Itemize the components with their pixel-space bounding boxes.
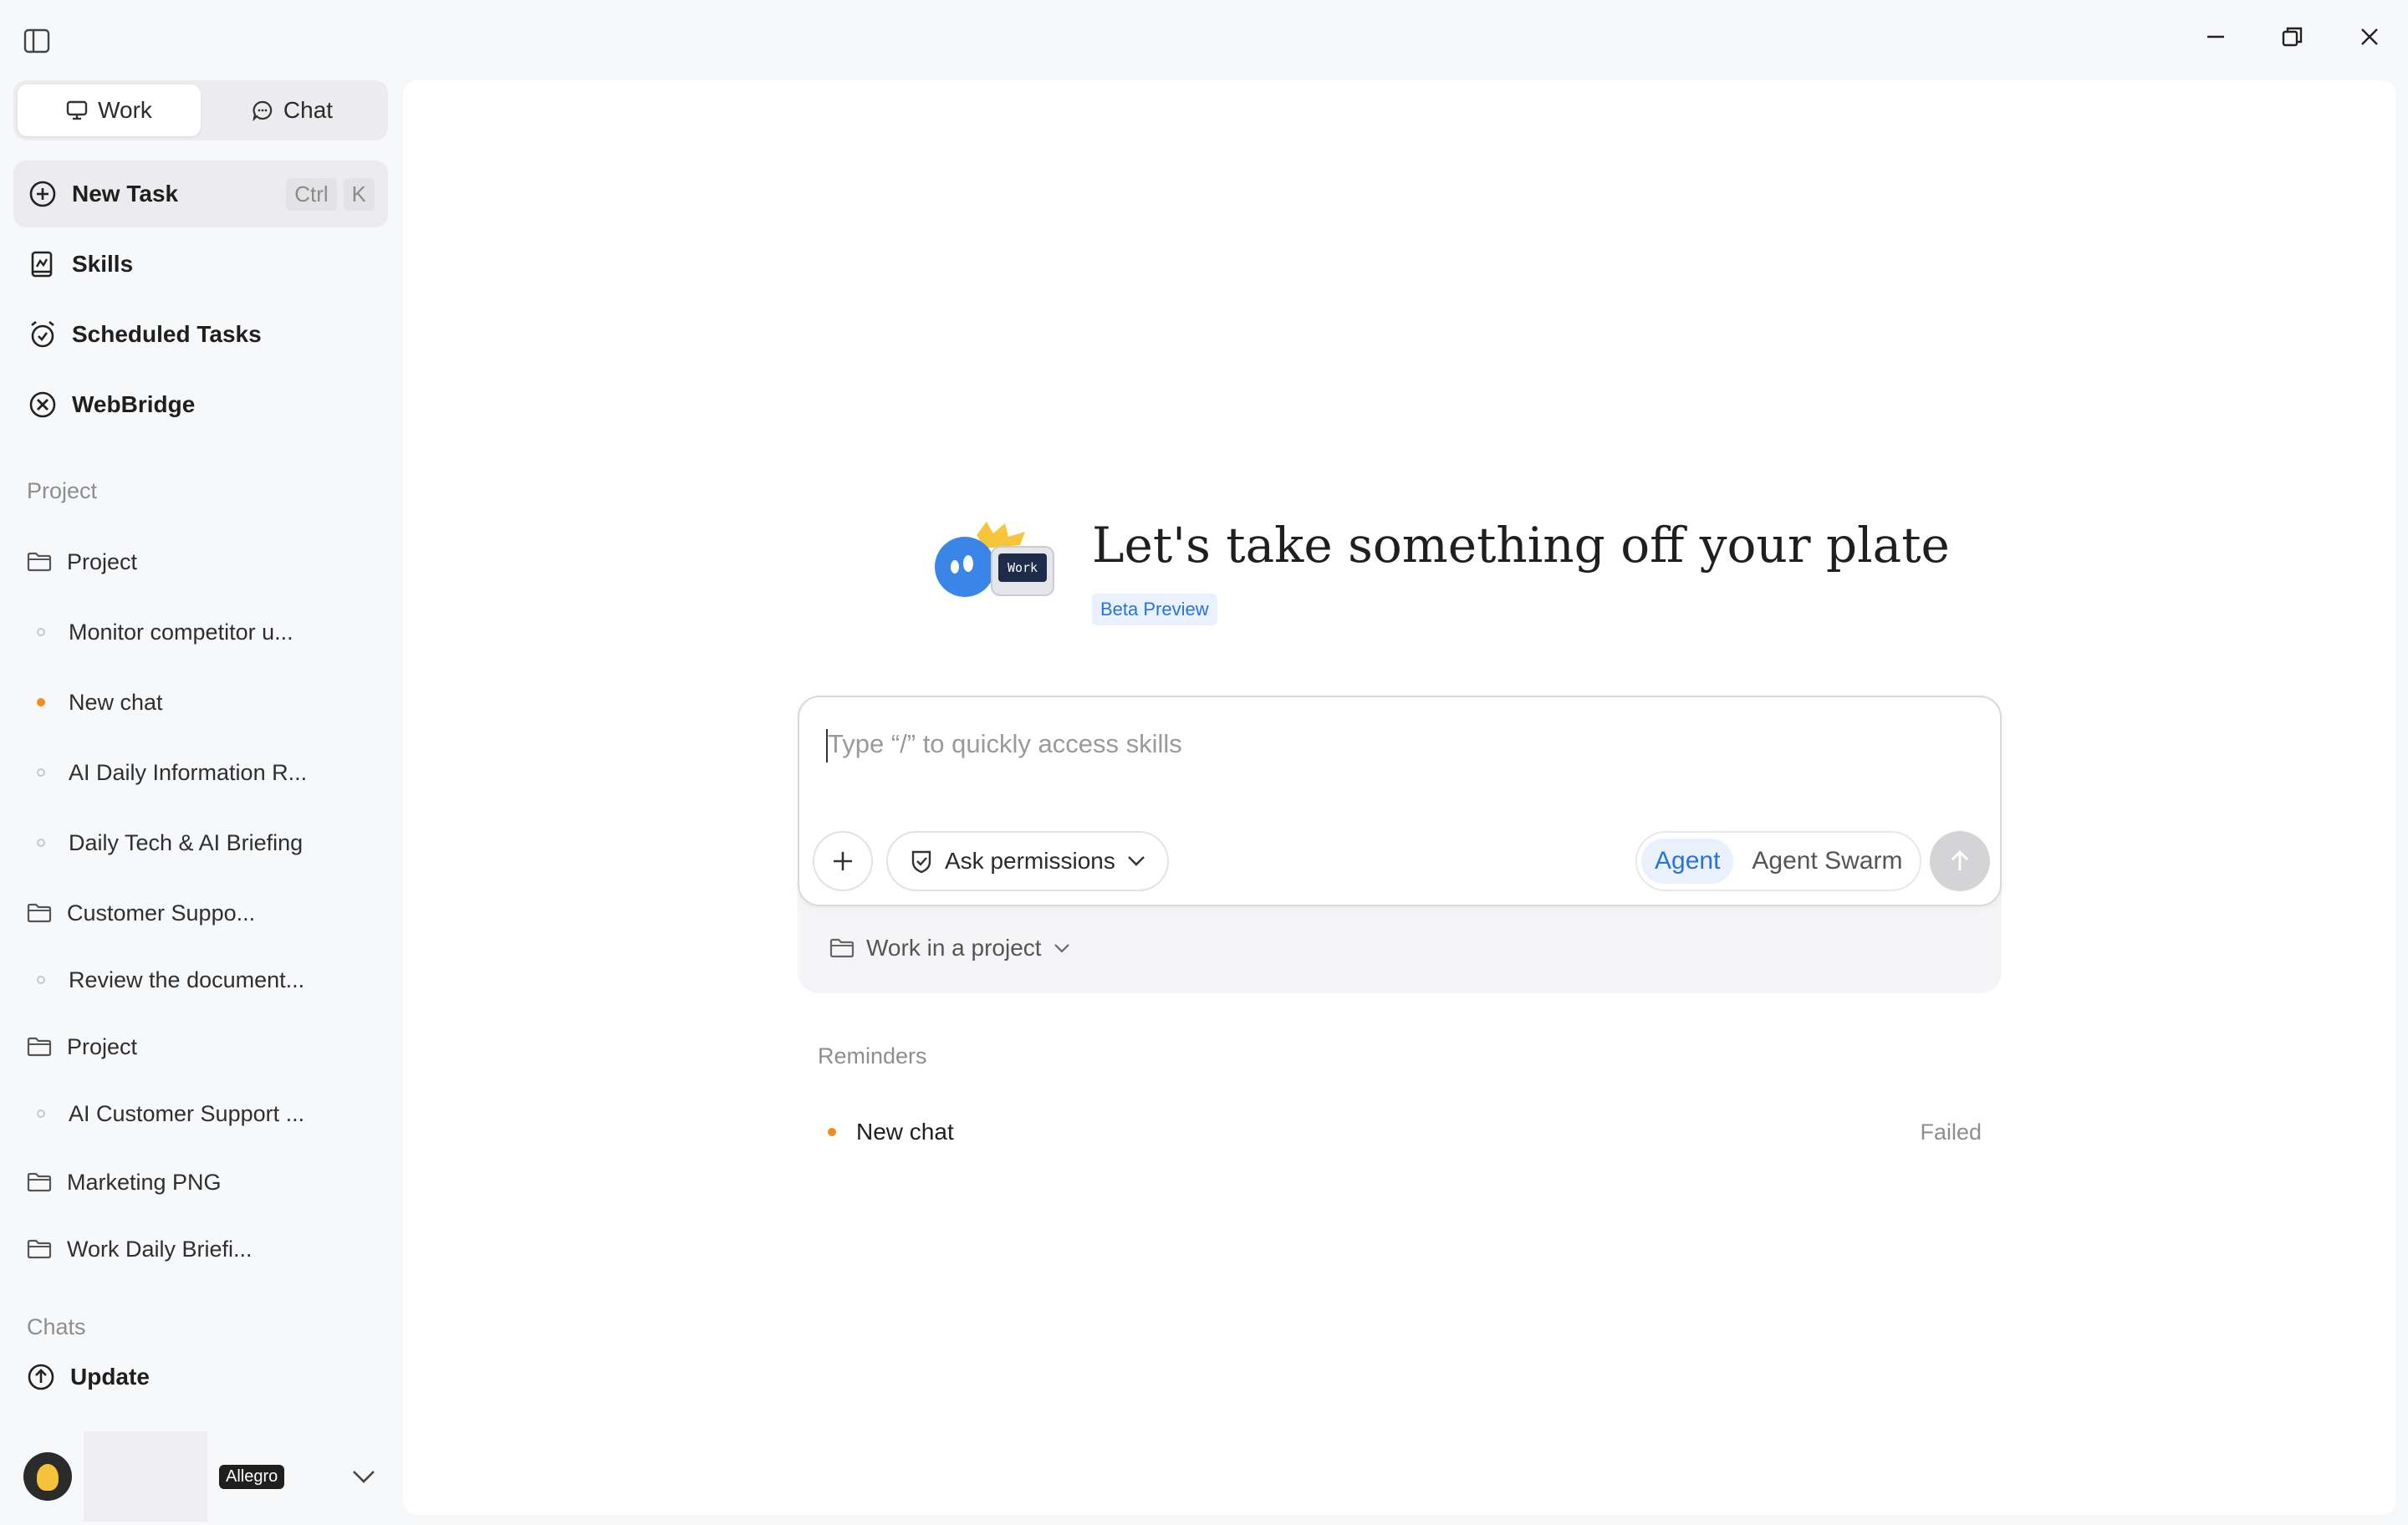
monitor-icon [66,100,88,120]
list-item[interactable]: AI Customer Support ... [33,1089,385,1139]
reminder-item[interactable]: New chat Failed [828,1119,1982,1145]
shortcut-ctrl: Ctrl [286,177,337,211]
chat-bubble-icon [253,100,273,121]
title-bar [0,0,2408,80]
plus-icon [834,852,852,870]
project-folder[interactable]: Marketing PNG [27,1157,378,1207]
page-title: Let's take something off your plate [1092,517,1950,574]
project-folder[interactable]: Project [27,1022,378,1072]
new-task-shortcut: Ctrl K [286,177,375,211]
folder-icon [27,1239,52,1259]
list-item[interactable]: Monitor competitor u... [33,607,385,657]
list-item[interactable]: Review the document... [33,955,385,1005]
shield-check-icon [911,850,931,874]
folder-label: Project [67,1033,138,1059]
beta-badge: Beta Preview [1092,594,1217,625]
status-dot [37,628,45,636]
chevron-down-icon[interactable] [351,1469,376,1484]
task-label: Daily Tech & AI Briefing [69,829,304,855]
status-dot [37,1109,45,1118]
status-dot [37,768,45,777]
webbridge-icon [29,391,56,418]
task-composer[interactable]: Type “/” to quickly access skills Ask pe… [798,696,2002,906]
list-item[interactable]: Daily Tech & AI Briefing [33,818,385,868]
shortcut-k: K [343,177,375,211]
folder-icon [27,1037,52,1057]
chats-section-label: Chats [27,1314,86,1339]
project-folder[interactable]: Project [27,537,378,587]
permissions-dropdown[interactable]: Ask permissions [886,831,1169,891]
folder-icon [829,938,855,958]
folder-label: Work Daily Briefi... [67,1236,253,1262]
plus-circle-icon [29,181,56,207]
sidebar-item-scheduled-tasks[interactable]: Scheduled Tasks [13,301,388,368]
permissions-label: Ask permissions [945,848,1115,874]
mascot-logo-icon: Work [935,522,1054,597]
sidebar-item-skills[interactable]: Skills [13,231,388,298]
project-folder[interactable]: Work Daily Briefi... [27,1224,378,1274]
update-label: Update [70,1364,150,1390]
scheduled-tasks-label: Scheduled Tasks [72,321,262,347]
mode-switch: Work Chat [13,80,388,140]
task-label: AI Daily Information R... [69,759,308,785]
reminder-status: Failed [1920,1119,1982,1145]
chevron-down-icon [1127,856,1145,866]
avatar [23,1452,72,1501]
folder-icon [27,903,52,923]
status-dot-active [37,698,45,706]
folder-label: Project [67,548,138,574]
project-section-label: Project [27,478,98,503]
send-button[interactable] [1930,831,1990,891]
restore-icon[interactable] [2268,12,2318,62]
task-label: Review the document... [69,967,305,992]
status-dot [37,839,45,847]
sidebar-toggle-icon[interactable] [23,28,57,59]
new-task-label: New Task [72,181,179,207]
project-folder[interactable]: Customer Suppo... [27,888,378,938]
account-menu[interactable]: Allegro [23,1431,383,1522]
sidebar: Work Chat New Task Ctrl K Skills Schedul… [0,80,401,1525]
folder-label: Marketing PNG [67,1169,222,1195]
new-task-button[interactable]: New Task Ctrl K [13,161,388,227]
primary-nav: New Task Ctrl K Skills Scheduled Tasks W… [13,161,388,441]
close-icon[interactable] [2344,12,2395,62]
tab-chat[interactable]: Chat [201,84,384,136]
tab-chat-label: Chat [283,97,334,123]
skills-label: Skills [72,251,134,277]
agent-mode-toggle: Agent Agent Swarm [1635,831,1922,891]
folder-icon [27,552,52,572]
project-picker[interactable]: Work in a project [829,935,1070,961]
folder-label: Customer Suppo... [67,900,256,926]
agent-swarm-option[interactable]: Agent Swarm [1738,839,1916,884]
mascot-screen-text: Work [1008,560,1038,575]
list-item[interactable]: AI Daily Information R... [33,747,385,798]
minimize-icon[interactable] [2191,12,2241,62]
status-dot-active [828,1128,836,1136]
task-label: AI Customer Support ... [69,1100,305,1126]
list-item[interactable]: New chat [33,677,385,727]
task-label: New chat [69,689,163,715]
update-button[interactable]: Update [27,1363,150,1391]
sidebar-item-webbridge[interactable]: WebBridge [13,371,388,438]
status-dot [37,976,45,984]
reminders-label: Reminders [818,1043,927,1069]
task-label: Monitor competitor u... [69,619,293,645]
plan-badge: Allegro [219,1464,285,1489]
redacted-username [84,1431,207,1522]
project-picker-label: Work in a project [866,935,1042,961]
reminder-label: New chat [856,1119,954,1145]
webbridge-label: WebBridge [72,391,196,417]
composer-placeholder[interactable]: Type “/” to quickly access skills [828,729,1182,759]
agent-option[interactable]: Agent [1641,839,1734,884]
folder-icon [27,1172,52,1192]
tab-work[interactable]: Work [18,84,201,136]
tab-work-label: Work [98,97,152,123]
alarm-clock-icon [31,320,54,348]
skills-book-icon [31,251,53,278]
chevron-down-icon [1054,944,1069,953]
arrow-up-icon [1951,850,1968,870]
arrow-up-circle-icon [28,1364,54,1390]
attach-button[interactable] [813,831,873,891]
